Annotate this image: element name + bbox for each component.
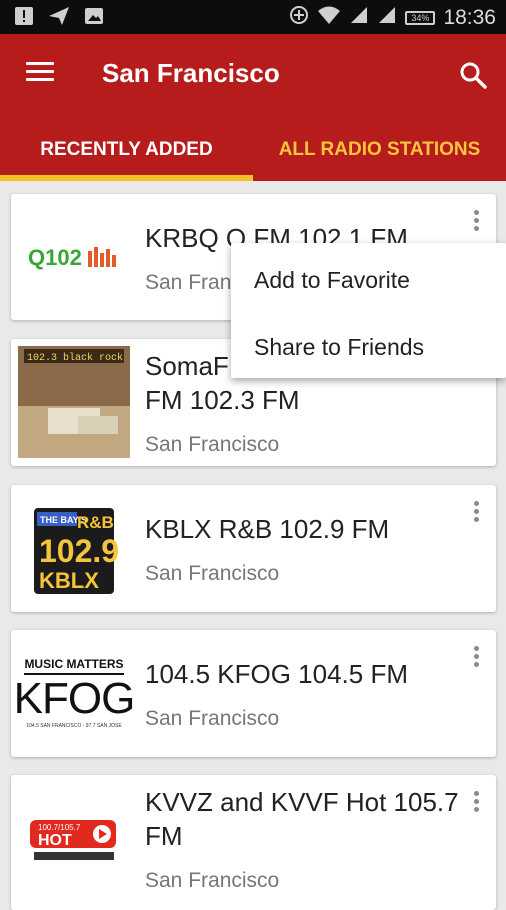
station-logo: Q102 bbox=[18, 201, 130, 313]
search-icon[interactable] bbox=[458, 60, 488, 90]
station-city: San Francisco bbox=[145, 707, 280, 730]
clock: 18:36 bbox=[443, 5, 496, 29]
tab-all-radio-stations[interactable]: ALL RADIO STATIONS bbox=[253, 118, 506, 181]
station-logo: MUSIC MATTERS KFOG 104.5 SAN FRANCISCO -… bbox=[14, 637, 136, 749]
data-saver-icon bbox=[289, 5, 309, 30]
status-bar: 34% 18:36 bbox=[0, 0, 506, 34]
more-options-icon[interactable] bbox=[474, 210, 480, 234]
station-name: 104.5 KFOG 104.5 FM bbox=[145, 659, 409, 689]
app-bar: San Francisco RECENTLY ADDED ALL RADIO S… bbox=[0, 34, 506, 181]
svg-text:100.7/105.7: 100.7/105.7 bbox=[38, 823, 81, 832]
station-logo: 100.7/105.7 HOT bbox=[18, 785, 130, 897]
svg-text:102.3 black rock: 102.3 black rock bbox=[27, 352, 123, 364]
notification-icon bbox=[14, 6, 34, 31]
svg-text:KBLX: KBLX bbox=[39, 568, 99, 593]
menu-item-add-to-favorite[interactable]: Add to Favorite bbox=[254, 267, 410, 294]
station-logo-callsign: KFOG bbox=[13, 674, 136, 723]
send-icon bbox=[48, 6, 70, 31]
tab-indicator bbox=[0, 175, 253, 181]
station-logo: 102.3 black rock bbox=[18, 346, 130, 458]
more-options-icon[interactable] bbox=[474, 646, 480, 670]
image-icon bbox=[84, 6, 104, 31]
page-title: San Francisco bbox=[102, 58, 280, 88]
signal-icon bbox=[349, 5, 369, 30]
signal-icon-2 bbox=[377, 5, 397, 30]
svg-text:R&B: R&B bbox=[77, 513, 114, 532]
station-city: San Francisco bbox=[145, 869, 280, 892]
tab-recently-added[interactable]: RECENTLY ADDED bbox=[0, 118, 253, 181]
battery-icon: 34% bbox=[405, 10, 436, 25]
station-name: KVVZ and KVVF Hot 105.7 FM bbox=[145, 787, 459, 851]
station-logo-subtext: 104.5 SAN FRANCISCO - 97.7 SAN JOSE bbox=[26, 723, 122, 729]
more-options-icon[interactable] bbox=[474, 791, 480, 815]
wifi-icon bbox=[317, 5, 341, 30]
station-name-line-2: FM 102.3 FM bbox=[145, 385, 300, 415]
station-card[interactable]: MUSIC MATTERS KFOG 104.5 SAN FRANCISCO -… bbox=[11, 630, 496, 757]
station-city: San Francisco bbox=[145, 562, 280, 585]
station-city: San Francisco bbox=[145, 433, 280, 456]
svg-text:102.9: 102.9 bbox=[39, 533, 119, 569]
menu-item-share-to-friends[interactable]: Share to Friends bbox=[254, 334, 424, 361]
svg-text:Q102: Q102 bbox=[28, 245, 82, 270]
station-name: KBLX R&B 102.9 FM bbox=[145, 514, 390, 544]
menu-icon[interactable] bbox=[26, 62, 54, 84]
station-card[interactable]: THE BAY'S R&B 102.9 KBLX KBLX R&B 102.9 … bbox=[11, 485, 496, 612]
svg-text:HOT: HOT bbox=[38, 832, 72, 849]
station-logo-tagline: MUSIC MATTERS bbox=[24, 657, 124, 675]
station-logo: THE BAY'S R&B 102.9 KBLX bbox=[18, 492, 130, 604]
station-card[interactable]: 100.7/105.7 HOT KVVZ and KVVF Hot 105.7 … bbox=[11, 775, 496, 910]
popup-menu: Add to Favorite Share to Friends bbox=[231, 243, 506, 378]
more-options-icon[interactable] bbox=[474, 501, 480, 525]
